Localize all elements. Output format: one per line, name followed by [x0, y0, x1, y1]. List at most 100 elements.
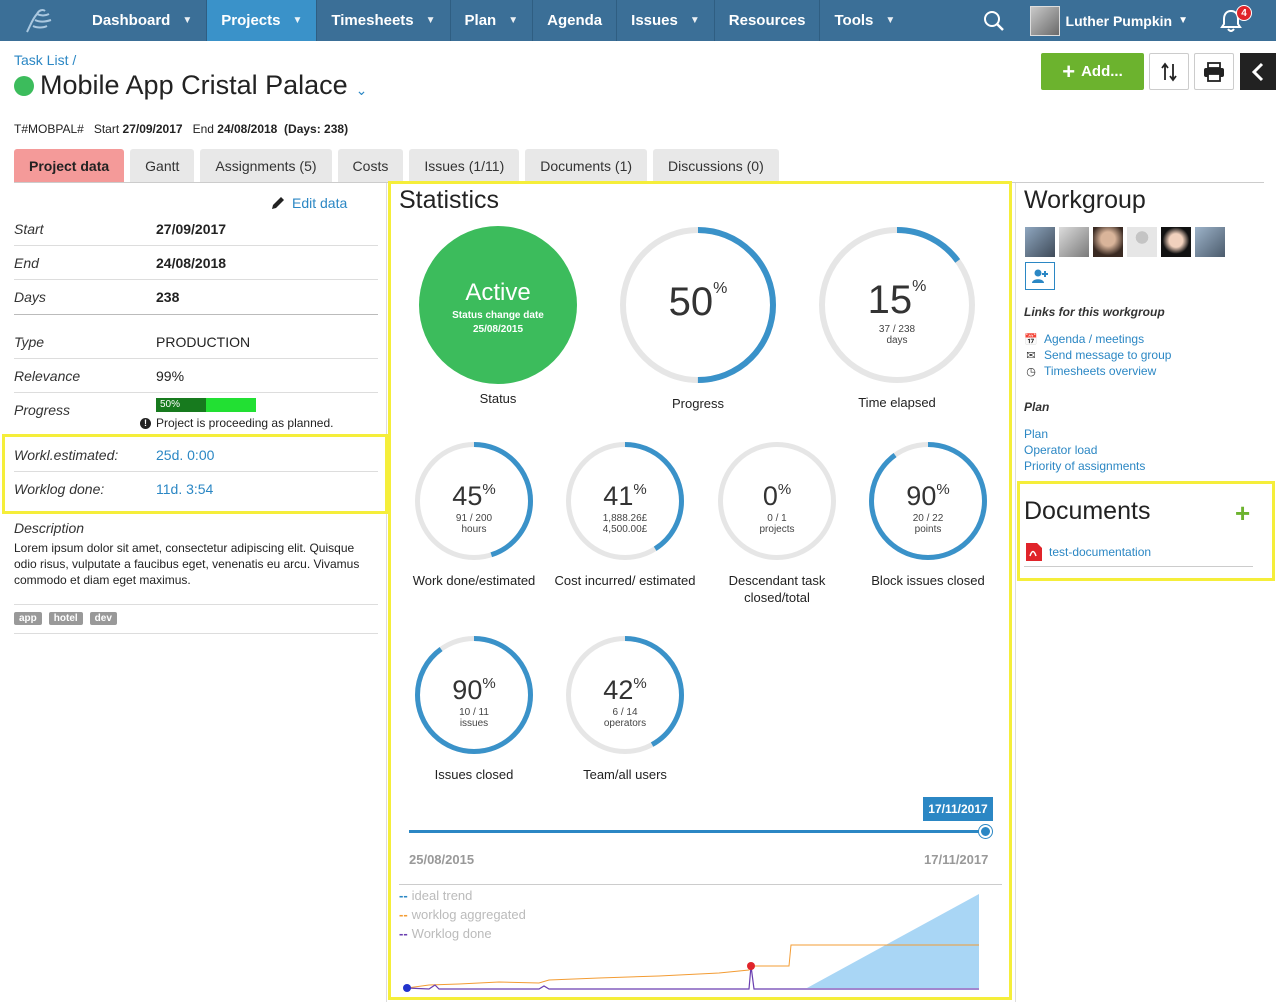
- envelope-icon: ✉: [1026, 349, 1036, 362]
- ring-value: 41%: [565, 481, 685, 512]
- meta-start-label: Start: [93, 122, 120, 136]
- work-ring: 45% 91 / 200 hours: [414, 441, 534, 561]
- date-slider-handle[interactable]: [979, 825, 992, 838]
- tab-project-data[interactable]: Project data: [14, 149, 125, 182]
- breadcrumb[interactable]: Task List /: [14, 52, 76, 68]
- tab-discussions[interactable]: Discussions (0): [653, 149, 779, 182]
- bell-icon[interactable]: 4: [1216, 0, 1252, 41]
- meta-end-label: End: [192, 122, 214, 136]
- link-timesheets[interactable]: ◷ Timesheets overview: [1024, 364, 1156, 378]
- ring-subtext-line: 4,500.00£: [602, 524, 648, 535]
- ring-percent: %: [713, 279, 728, 297]
- work-label: Work done/estimated: [412, 573, 536, 588]
- nav-resources[interactable]: Resources: [715, 0, 821, 41]
- tab-bar: Project data Gantt Assignments (5) Costs…: [14, 149, 785, 182]
- ring-number: 90: [452, 674, 483, 705]
- pencil-icon: [272, 197, 284, 209]
- link-priority-assignments[interactable]: Priority of assignments: [1024, 459, 1145, 473]
- status-change-label: Status change date: [452, 310, 544, 321]
- nav-timesheets[interactable]: Timesheets ▼: [317, 0, 451, 41]
- sort-button[interactable]: [1149, 53, 1189, 90]
- add-button[interactable]: + Add...: [1041, 53, 1144, 90]
- team-ring: 42% 6 / 14 operators: [565, 635, 685, 755]
- add-member-button[interactable]: [1025, 262, 1055, 290]
- tab-assignments[interactable]: Assignments (5): [200, 149, 332, 182]
- nav-agenda[interactable]: Agenda: [533, 0, 618, 41]
- avatar[interactable]: [1025, 227, 1055, 257]
- avatar[interactable]: [1195, 227, 1225, 257]
- ring-percent: %: [912, 278, 927, 296]
- avatar: [1029, 5, 1060, 36]
- nav-label: Timesheets: [331, 12, 414, 29]
- link-plan[interactable]: Plan: [1024, 427, 1048, 441]
- chart-divider: [399, 884, 1002, 885]
- user-menu[interactable]: Luther Pumpkin ▼: [1029, 5, 1188, 36]
- nav-label: Resources: [728, 12, 806, 29]
- nav-tools[interactable]: Tools ▼: [820, 0, 909, 41]
- date-slider-track[interactable]: [409, 830, 985, 833]
- chevron-down-icon: ▼: [182, 15, 193, 26]
- plan-title: Plan: [1024, 400, 1050, 414]
- tab-documents[interactable]: Documents (1): [525, 149, 648, 182]
- workgroup-title: Workgroup: [1024, 186, 1146, 214]
- nav-projects[interactable]: Projects ▼: [207, 0, 318, 41]
- ring-subtext: 1,888.26£ 4,500.00£: [565, 513, 685, 535]
- statistics-title: Statistics: [399, 186, 500, 214]
- issues-label: Issues closed: [434, 767, 514, 782]
- logo-icon[interactable]: [0, 0, 78, 41]
- ring-subtext-line: 20 / 22: [912, 513, 944, 524]
- nav-label: Dashboard: [92, 12, 171, 29]
- ring-percent: %: [482, 480, 496, 498]
- ring-subtext: 0 / 1 projects: [717, 513, 837, 535]
- nav-issues[interactable]: Issues ▼: [617, 0, 715, 41]
- status-value: Active: [465, 279, 531, 306]
- add-document-button[interactable]: +: [1235, 498, 1250, 529]
- tag[interactable]: hotel: [48, 612, 83, 625]
- slider-end-date: 17/11/2017: [924, 852, 989, 867]
- ring-number: 15: [867, 278, 913, 323]
- field-value: 24/08/2018: [156, 255, 227, 271]
- ideal-trend-area: [807, 894, 979, 988]
- tab-gantt[interactable]: Gantt: [130, 149, 195, 182]
- tab-issues[interactable]: Issues (1/11): [409, 149, 520, 182]
- chevron-down-icon: ▼: [689, 15, 700, 26]
- ring-percent: %: [633, 674, 647, 692]
- nav-plan[interactable]: Plan ▼: [451, 0, 534, 41]
- print-button[interactable]: [1194, 53, 1234, 90]
- link-send-message[interactable]: ✉ Send message to group: [1024, 348, 1171, 362]
- field-value: PRODUCTION: [156, 334, 251, 350]
- documents-title: Documents: [1024, 497, 1151, 525]
- document-item[interactable]: test-documentation: [1025, 542, 1151, 562]
- avatar[interactable]: [1059, 227, 1089, 257]
- field-value: 99%: [156, 368, 185, 384]
- cost-label: Cost incurred/ estimated: [554, 573, 696, 588]
- progress-note-text: Project is proceeding as planned.: [156, 416, 334, 430]
- collapse-panel-button[interactable]: [1240, 53, 1276, 90]
- tag[interactable]: dev: [89, 612, 117, 625]
- divider: [14, 633, 378, 634]
- field-value: 238: [156, 289, 180, 305]
- tab-costs[interactable]: Costs: [337, 149, 404, 182]
- avatar[interactable]: [1127, 227, 1157, 257]
- ring-percent: %: [936, 480, 950, 498]
- edit-data-link[interactable]: Edit data: [270, 195, 347, 211]
- nav-dashboard[interactable]: Dashboard ▼: [78, 0, 208, 41]
- descendant-label-line: closed/total: [744, 590, 810, 605]
- ring-value: 15%: [818, 278, 976, 323]
- avatar[interactable]: [1161, 227, 1191, 257]
- tag[interactable]: app: [14, 612, 42, 625]
- ring-subtext: 20 / 22 points: [868, 513, 988, 535]
- chevron-down-icon[interactable]: ⌄: [356, 82, 368, 99]
- block-issues-ring: 90% 20 / 22 points: [868, 441, 988, 561]
- time-elapsed-label: Time elapsed: [858, 395, 936, 410]
- link-label: Send message to group: [1044, 348, 1172, 362]
- avatar[interactable]: [1093, 227, 1123, 257]
- start-marker: [403, 984, 411, 992]
- progress-label: Progress: [671, 396, 725, 411]
- description-text: Lorem ipsum dolor sit amet, consectetur …: [14, 541, 360, 587]
- search-icon[interactable]: [974, 0, 1014, 41]
- column-divider: [386, 183, 387, 1002]
- link-agenda[interactable]: 📅 Agenda / meetings: [1024, 332, 1144, 346]
- link-operator-load[interactable]: Operator load: [1024, 443, 1097, 457]
- link-label: Agenda / meetings: [1044, 332, 1145, 346]
